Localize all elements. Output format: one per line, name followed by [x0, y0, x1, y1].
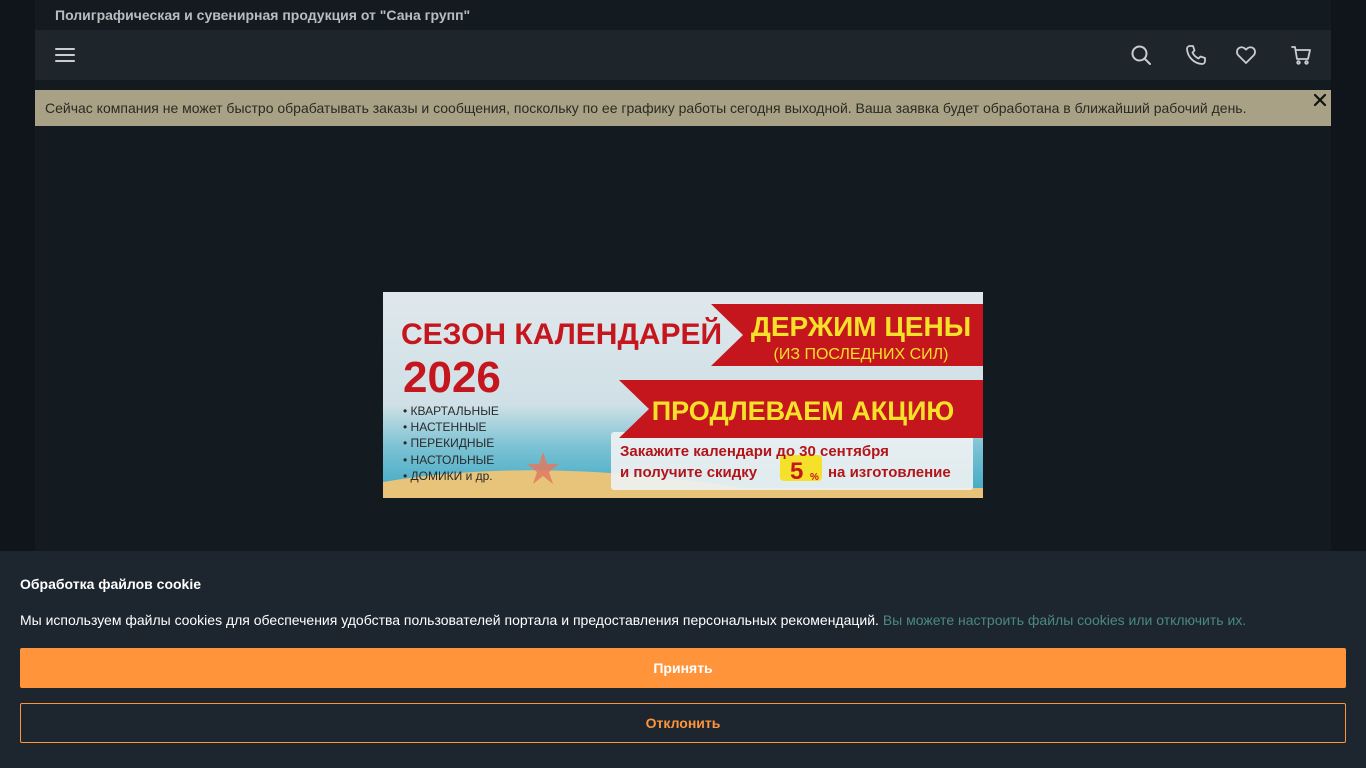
banner-discount-number: 5 [790, 458, 803, 485]
cookie-title: Обработка файлов cookie [20, 576, 202, 592]
banner-offer-line-2-post: на изготовление [828, 464, 951, 481]
notice-text: Сейчас компания не может быстро обрабаты… [45, 100, 1247, 116]
banner-ribbon-2-text: ПРОДЛЕВАЕМ АКЦИЮ [652, 396, 955, 426]
cart-icon[interactable] [1287, 41, 1315, 69]
cookie-description: Мы используем файлы cookies для обеспече… [20, 612, 1246, 628]
decline-button[interactable]: Отклонить [20, 703, 1346, 743]
close-icon[interactable] [1310, 90, 1330, 110]
site-tagline[interactable]: Полиграфическая и сувенирная продукция о… [55, 0, 470, 30]
banner-discount-unit: % [810, 472, 819, 483]
menu-icon[interactable] [51, 41, 79, 69]
banner-title: СЕЗОН КАЛЕНДАРЕЙ [401, 317, 722, 351]
banner-list-item: • НАСТОЛЬНЫЕ [403, 453, 494, 467]
navbar [35, 30, 1331, 80]
banner-list-item: • НАСТЕННЫЕ [403, 420, 487, 434]
cookie-settings-link[interactable]: Вы можете настроить файлы cookies или от… [883, 612, 1246, 628]
banner-year: 2026 [403, 353, 501, 402]
accept-button[interactable]: Принять [20, 648, 1346, 688]
notice-bar: Сейчас компания не может быстро обрабаты… [35, 90, 1331, 126]
search-icon[interactable] [1127, 41, 1155, 69]
heart-icon[interactable] [1232, 41, 1260, 69]
banner-ribbon-1-sub: (ИЗ ПОСЛЕДНИХ СИЛ) [774, 346, 949, 363]
cookie-text: Мы используем файлы cookies для обеспече… [20, 612, 879, 628]
banner-list-item: • ДОМИКИ и др. [403, 469, 493, 483]
banner-offer-line-1: Закажите календари до 30 сентября [620, 443, 889, 460]
banner-list-item: • КВАРТАЛЬНЫЕ [403, 404, 499, 418]
phone-icon[interactable] [1182, 41, 1210, 69]
banner-ribbon-1-main: ДЕРЖИМ ЦЕНЫ [751, 311, 971, 342]
banner-list-item: • ПЕРЕКИДНЫЕ [403, 436, 494, 450]
promo-banner[interactable]: СЕЗОН КАЛЕНДАРЕЙ 2026 • КВАРТАЛЬНЫЕ • НА… [383, 292, 983, 498]
cookie-consent-panel: Обработка файлов cookie Мы используем фа… [0, 551, 1366, 768]
banner-offer-line-2-pre: и получите скидку [620, 464, 758, 481]
